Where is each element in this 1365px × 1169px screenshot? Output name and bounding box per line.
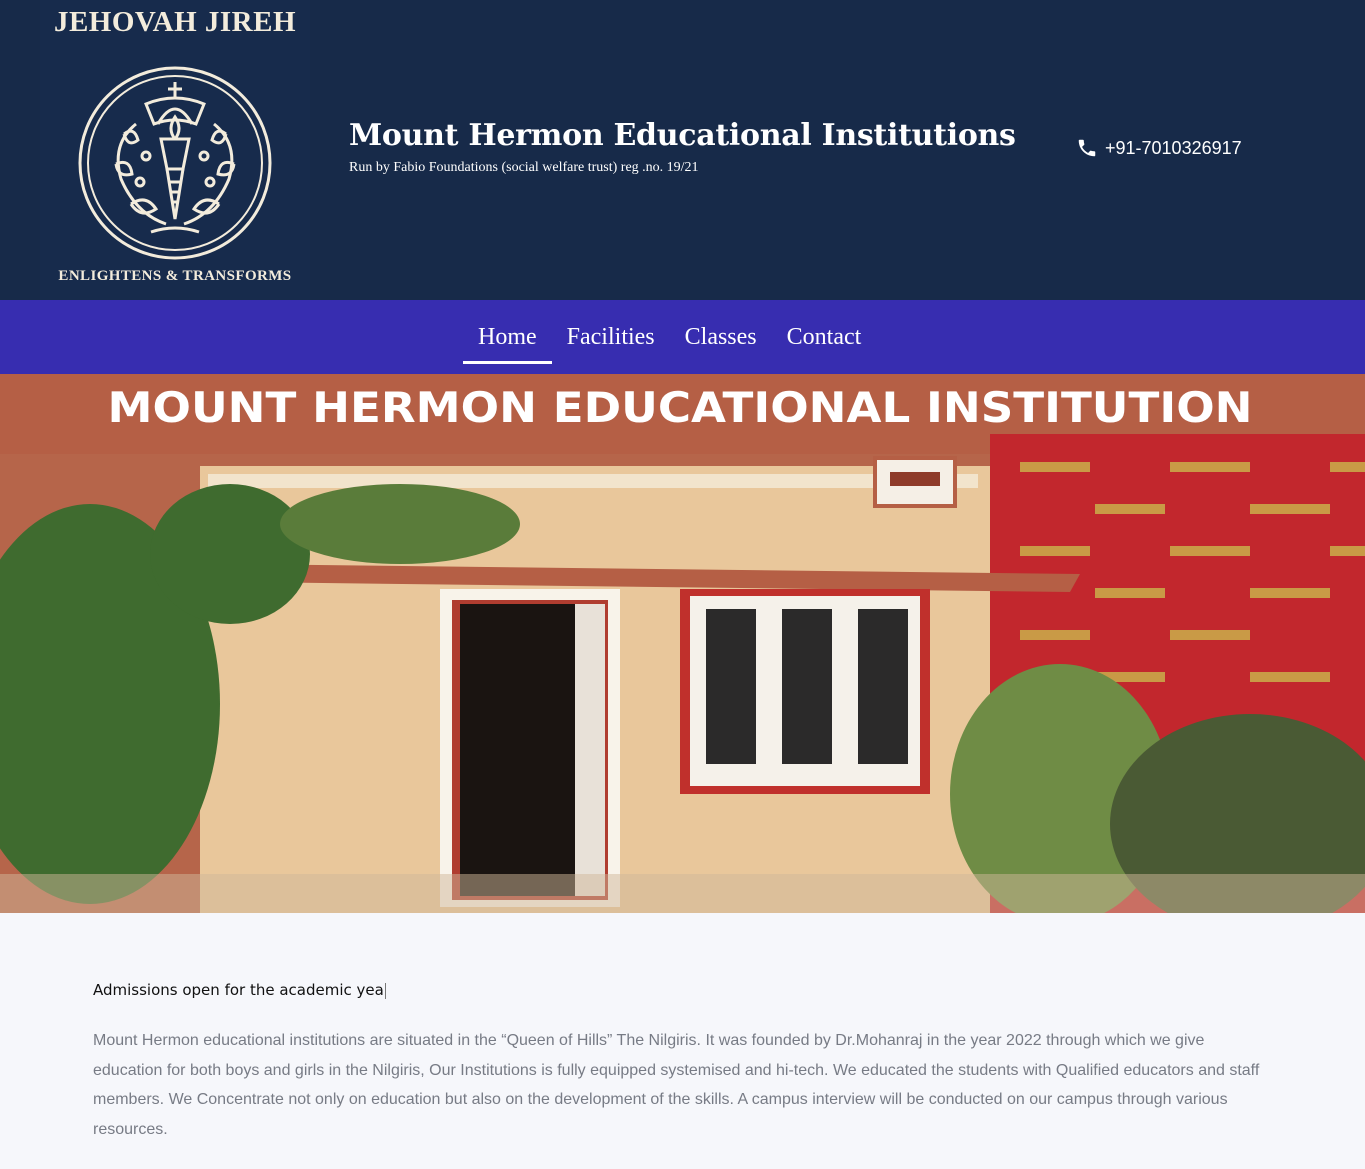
hero-sign-text: MOUNT HERMON EDUCATIONAL INSTITUTION — [108, 383, 1253, 432]
nav-item-contact[interactable]: Contact — [772, 300, 877, 374]
main-nav: Home Facilities Classes Contact — [0, 300, 1365, 374]
phone-icon — [1078, 139, 1096, 157]
phone-number: +91-7010326917 — [1105, 137, 1242, 158]
site-subtitle: Run by Fabio Foundations (social welfare… — [349, 160, 699, 175]
typing-cursor — [384, 982, 386, 999]
admissions-ticker: Admissions open for the academic yea — [93, 978, 1273, 1002]
school-emblem-icon — [78, 66, 272, 260]
about-paragraph: Mount Hermon educational institutions ar… — [93, 1032, 1260, 1139]
logo-tagline: ENLIGHTENS & TRANSFORMS — [58, 268, 292, 284]
admissions-text: Admissions open for the academic yea — [93, 981, 384, 999]
phone-link[interactable]: +91-7010326917 — [1076, 137, 1242, 159]
nav-list: Home Facilities Classes Contact — [463, 300, 876, 374]
logo-top-text: JEHOVAH JIREH — [53, 6, 297, 38]
nav-item-facilities[interactable]: Facilities — [552, 300, 670, 374]
about-section: Admissions open for the academic yea Mou… — [93, 978, 1273, 1145]
nav-item-home[interactable]: Home — [463, 300, 552, 374]
school-building-photo: MOUNT HERMON EDUCATIONAL INSTITUTION — [0, 374, 1365, 913]
nav-item-classes[interactable]: Classes — [670, 300, 772, 374]
site-header: JEHOVAH JIREH ENLIGHTENS & TRANSFORMS Mo… — [0, 0, 1365, 300]
site-logo[interactable]: JEHOVAH JIREH ENLIGHTENS & TRANSFORMS — [40, 0, 310, 300]
hero-image: MOUNT HERMON EDUCATIONAL INSTITUTION — [0, 374, 1365, 913]
site-title[interactable]: Mount Hermon Educational Institutions — [349, 118, 1016, 153]
